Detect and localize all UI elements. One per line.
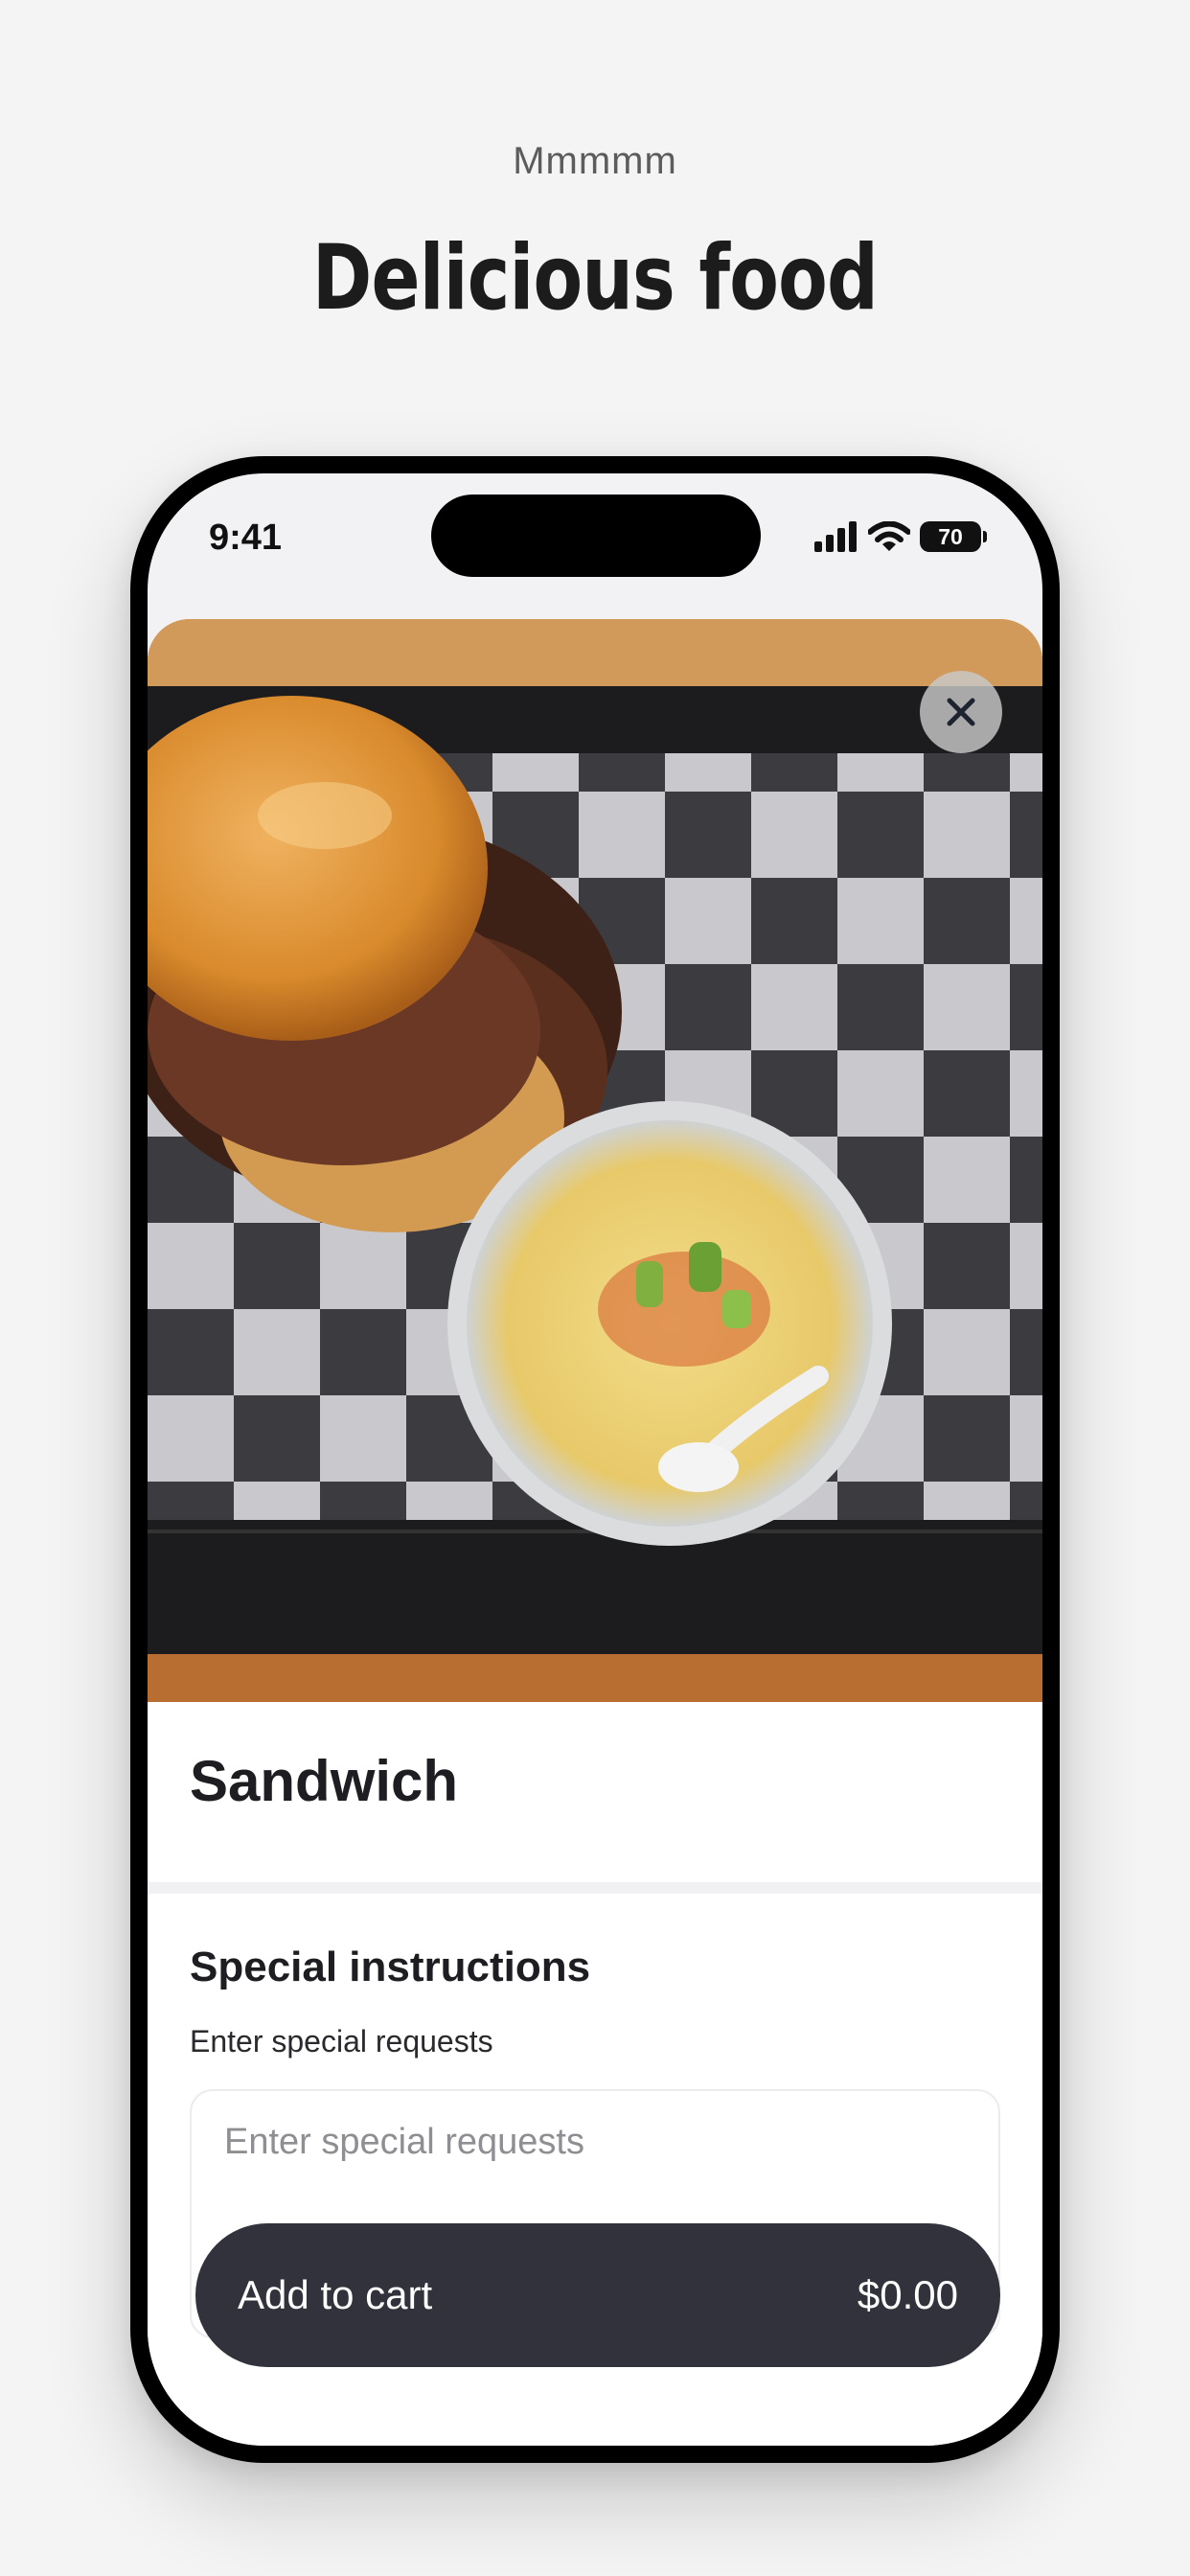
phone-frame: 9:41 70 Sandwich Special instructions En… <box>130 456 1060 2463</box>
phone-screen: 9:41 70 Sandwich Special instructions En… <box>148 473 1042 2446</box>
status-time: 9:41 <box>209 518 283 558</box>
item-sheet: Sandwich Special instructions Enter spec… <box>148 619 1042 2446</box>
add-to-cart-label: Add to cart <box>238 2272 433 2317</box>
item-name: Sandwich <box>190 1749 459 1813</box>
battery-icon: 70 <box>920 521 987 552</box>
close-button[interactable] <box>920 671 1002 753</box>
headline: Delicious food <box>311 226 879 331</box>
wifi-icon <box>868 521 910 551</box>
eyebrow-text: Mmmmm <box>513 140 677 182</box>
close-icon <box>947 698 975 726</box>
cart-price: $0.00 <box>857 2272 958 2317</box>
status-icons: 70 <box>814 518 987 556</box>
food-photo <box>148 619 1042 1702</box>
add-to-cart-button[interactable]: Add to cart $0.00 <box>195 2223 1000 2367</box>
dynamic-island <box>431 494 761 577</box>
special-instructions-subtitle: Enter special requests <box>190 2024 493 2058</box>
signal-icon <box>814 521 857 552</box>
special-instructions-title: Special instructions <box>190 1944 591 1990</box>
section-divider <box>148 1882 1042 1894</box>
